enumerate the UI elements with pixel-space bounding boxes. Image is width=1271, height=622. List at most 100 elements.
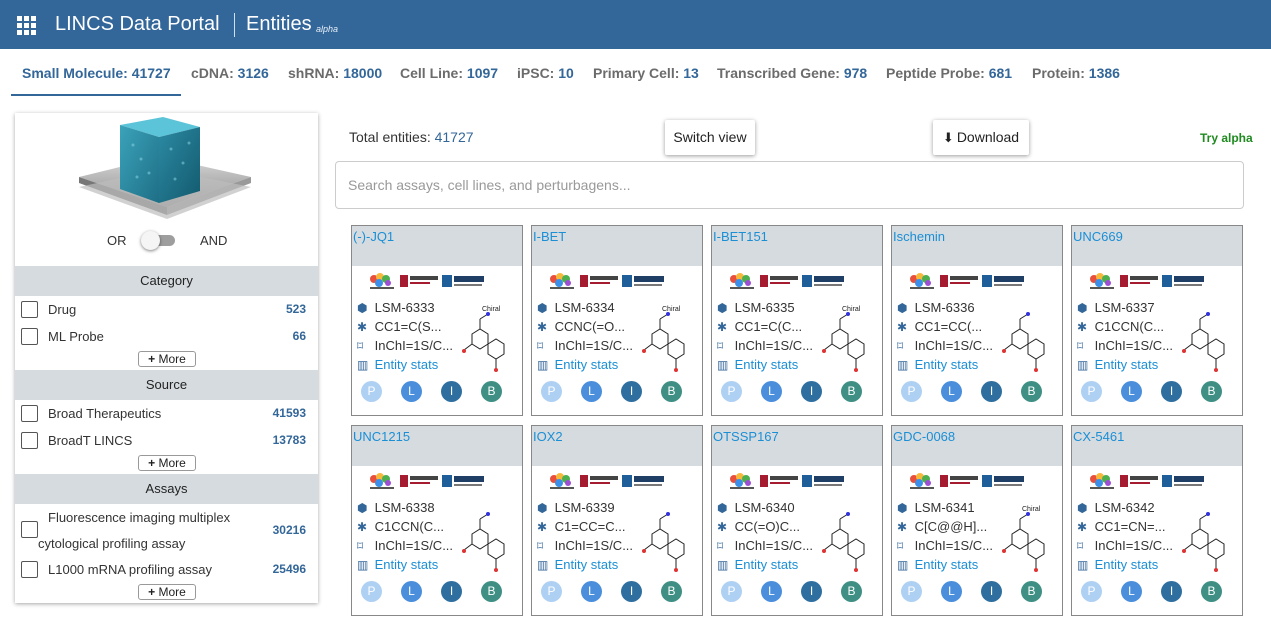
badge-b[interactable]: B (1021, 381, 1042, 402)
entity-stats-link[interactable]: ▥ Entity stats (1077, 357, 1158, 372)
badge-l[interactable]: L (401, 581, 422, 602)
entity-name-link[interactable]: CX-5461 (1073, 429, 1124, 444)
badge-b[interactable]: B (481, 381, 502, 402)
molecule-structure-image (1002, 512, 1045, 572)
tab-cdna[interactable]: cDNA: 3126 (191, 65, 269, 81)
facet-l1000[interactable]: L1000 mRNA profiling assay 25496 (15, 557, 318, 583)
facet-drug[interactable]: Drug 523 (15, 297, 318, 323)
badge-p[interactable]: P (901, 381, 922, 402)
badge-p[interactable]: P (541, 381, 562, 402)
badge-p[interactable]: P (721, 381, 742, 402)
badge-l[interactable]: L (941, 581, 962, 602)
tab-primary-cell[interactable]: Primary Cell: 13 (593, 65, 699, 81)
badge-b[interactable]: B (1201, 381, 1222, 402)
checkbox[interactable] (21, 561, 38, 578)
search-input[interactable] (335, 161, 1244, 209)
entity-stats-link[interactable]: ▥ Entity stats (537, 357, 618, 372)
badge-b[interactable]: B (841, 381, 862, 402)
entity-stats-link[interactable]: ▥ Entity stats (717, 357, 798, 372)
badge-p[interactable]: P (1081, 581, 1102, 602)
badge-p[interactable]: P (361, 381, 382, 402)
tab-ipsc[interactable]: iPSC: 10 (517, 65, 574, 81)
facet-broad-therapeutics[interactable]: Broad Therapeutics 41593 (15, 401, 318, 427)
assays-more-button[interactable]: + More (138, 584, 196, 600)
badge-l[interactable]: L (581, 581, 602, 602)
tab-shrna[interactable]: shRNA: 18000 (288, 65, 382, 81)
facet-ml-probe[interactable]: ML Probe 66 (15, 324, 318, 350)
source-more-button[interactable]: + More (138, 455, 196, 471)
badge-i[interactable]: I (801, 581, 822, 602)
smiles-row: ✱ C1CCN(C... (1077, 319, 1164, 334)
entity-name-link[interactable]: GDC-0068 (893, 429, 955, 444)
badge-l[interactable]: L (941, 381, 962, 402)
switch-view-button[interactable]: Switch view (665, 120, 755, 155)
facet-fluorescence-imaging[interactable]: Fluorescence imaging multiplex cytologic… (15, 505, 318, 553)
badge-p[interactable]: P (541, 581, 562, 602)
badge-l[interactable]: L (1121, 581, 1142, 602)
tab-cell-line[interactable]: Cell Line: 1097 (400, 65, 498, 81)
entity-name-link[interactable]: I-BET (533, 229, 566, 244)
badge-l[interactable]: L (1121, 381, 1142, 402)
app-title[interactable]: LINCS Data Portal (55, 13, 220, 36)
checkbox[interactable] (21, 432, 38, 449)
badge-i[interactable]: I (1161, 381, 1182, 402)
badge-l[interactable]: L (761, 581, 782, 602)
checkbox[interactable] (21, 301, 38, 318)
badge-b[interactable]: B (661, 581, 682, 602)
entity-name-link[interactable]: IOX2 (533, 429, 563, 444)
checkbox[interactable] (21, 521, 38, 538)
entity-stats-link[interactable]: ▥ Entity stats (1077, 557, 1158, 572)
badge-l[interactable]: L (581, 381, 602, 402)
badge-b[interactable]: B (661, 381, 682, 402)
try-alpha-link[interactable]: Try alpha (1200, 131, 1253, 145)
source-logos (370, 473, 484, 489)
or-and-switch[interactable] (141, 231, 177, 250)
entity-stats-link[interactable]: ▥ Entity stats (897, 357, 978, 372)
entity-name-link[interactable]: OTSSP167 (713, 429, 779, 444)
badge-i[interactable]: I (801, 381, 822, 402)
badge-l[interactable]: L (401, 381, 422, 402)
entity-name-link[interactable]: UNC669 (1073, 229, 1123, 244)
tab-transcribed-gene[interactable]: Transcribed Gene: 978 (717, 65, 867, 81)
badge-i[interactable]: I (441, 581, 462, 602)
badge-p[interactable]: P (901, 581, 922, 602)
badge-b[interactable]: B (1201, 581, 1222, 602)
badge-b[interactable]: B (481, 581, 502, 602)
smiles-row: ✱ CC1=CC(... (897, 319, 983, 334)
apps-grid-icon[interactable] (17, 16, 37, 35)
facet-label-line1: Fluorescence imaging multiplex (48, 510, 231, 525)
entity-stats-link[interactable]: ▥ Entity stats (537, 557, 618, 572)
entity-stats-link[interactable]: ▥ Entity stats (357, 557, 438, 572)
badge-i[interactable]: I (1161, 581, 1182, 602)
badge-p[interactable]: P (1081, 381, 1102, 402)
facet-broadt-lincs[interactable]: BroadT LINCS 13783 (15, 428, 318, 454)
tab-peptide-probe[interactable]: Peptide Probe: 681 (886, 65, 1012, 81)
badge-b[interactable]: B (1021, 581, 1042, 602)
cube-icon: ⬢ (357, 301, 368, 315)
badge-p[interactable]: P (721, 581, 742, 602)
badge-i[interactable]: I (441, 381, 462, 402)
tab-small-molecule[interactable]: Small Molecule: 41727 (22, 65, 171, 81)
entity-stats-link[interactable]: ▥ Entity stats (717, 557, 798, 572)
badge-i[interactable]: I (621, 581, 642, 602)
entity-stats-link[interactable]: ▥ Entity stats (897, 557, 978, 572)
entity-stats-link[interactable]: ▥ Entity stats (357, 357, 438, 372)
entity-name-link[interactable]: UNC1215 (353, 429, 410, 444)
download-button[interactable]: ⬇ Download (933, 120, 1029, 155)
badge-i[interactable]: I (981, 381, 1002, 402)
bookmark-icon: ⌑ (717, 539, 724, 553)
cube-icon: ⬢ (717, 501, 728, 515)
bookmark-icon: ⌑ (1077, 339, 1084, 353)
entity-name-link[interactable]: Ischemin (893, 229, 945, 244)
tab-protein[interactable]: Protein: 1386 (1032, 65, 1120, 81)
entity-name-link[interactable]: (-)-JQ1 (353, 229, 394, 244)
badge-l[interactable]: L (761, 381, 782, 402)
badge-b[interactable]: B (841, 581, 862, 602)
checkbox[interactable] (21, 328, 38, 345)
badge-p[interactable]: P (361, 581, 382, 602)
badge-i[interactable]: I (981, 581, 1002, 602)
entity-name-link[interactable]: I-BET151 (713, 229, 768, 244)
checkbox[interactable] (21, 405, 38, 422)
badge-i[interactable]: I (621, 381, 642, 402)
category-more-button[interactable]: + More (138, 351, 196, 367)
